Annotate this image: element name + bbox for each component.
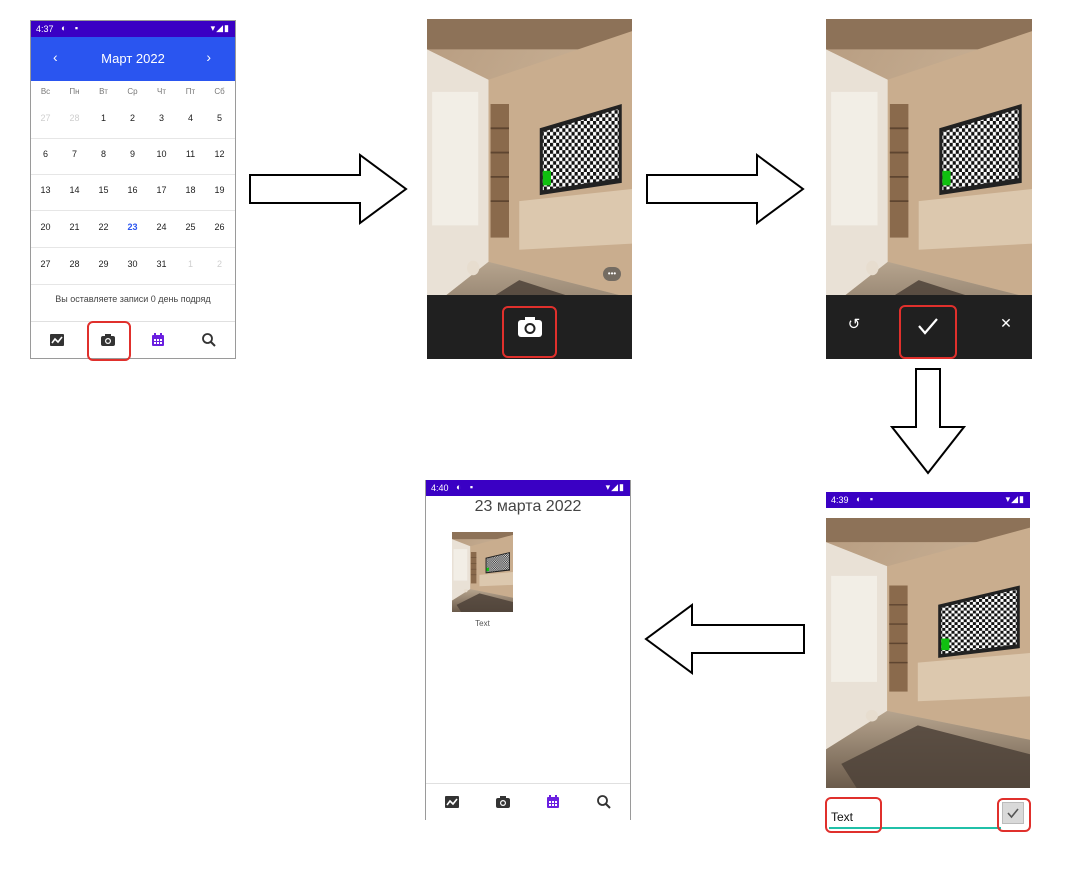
flow-arrow-right xyxy=(646,153,805,225)
status-bar: 4:37 ◐ ▪ ▾◢▮ xyxy=(31,21,235,37)
weekday-label: Вт xyxy=(99,87,108,96)
flow-arrow-left xyxy=(644,603,805,675)
weekday-label: Пн xyxy=(69,87,80,96)
calendar-day[interactable]: 20 xyxy=(31,222,60,232)
weekday-label: Чт xyxy=(157,87,166,96)
close-icon[interactable]: ✕ xyxy=(996,315,1016,335)
day-entries-screen: 4:40 ◐ ▪ ▾◢▮ 23 марта 2022 Text xyxy=(425,480,631,820)
status-signal-battery-icons: ▾◢▮ xyxy=(1005,494,1025,504)
caption-highlight xyxy=(825,797,882,833)
status-signal-battery-icons: ▾◢▮ xyxy=(605,482,625,492)
search-icon[interactable] xyxy=(594,792,614,812)
calendar-header: ‹ Март 2022 › xyxy=(31,37,235,81)
calendar-icon[interactable] xyxy=(148,330,168,350)
confirm-highlight xyxy=(899,305,957,359)
weekday-row: Вс Пн Вт Ср Чт Пт Сб xyxy=(31,87,235,101)
calendar-week-row: 13 14 15 16 17 18 19 xyxy=(31,174,235,211)
entry-photo xyxy=(452,532,513,612)
undo-icon[interactable]: ↺ xyxy=(844,315,864,335)
calendar-icon[interactable] xyxy=(543,792,563,812)
status-notification-icons: ◐ ▪ xyxy=(856,494,877,504)
calendar-screen: 4:37 ◐ ▪ ▾◢▮ ‹ Март 2022 › Вс Пн Вт Ср Ч… xyxy=(30,20,236,359)
calendar-week-row: 27 28 1 2 3 4 5 xyxy=(31,102,235,139)
more-options-icon[interactable]: ••• xyxy=(603,267,621,281)
flow-arrow-right xyxy=(249,153,408,225)
weekday-label: Ср xyxy=(127,87,138,96)
calendar-day[interactable]: 11 xyxy=(176,149,205,159)
photo-preview xyxy=(826,518,1030,788)
calendar-day[interactable]: 7 xyxy=(60,149,89,159)
calendar-day[interactable]: 27 xyxy=(31,259,60,269)
streak-text: Вы оставляете записи 0 день подряд xyxy=(55,294,211,304)
calendar-day[interactable]: 8 xyxy=(89,149,118,159)
calendar-day[interactable]: 17 xyxy=(147,185,176,195)
weekday-label: Сб xyxy=(214,87,225,96)
calendar-day[interactable]: 1 xyxy=(176,259,205,269)
entry-caption: Text xyxy=(475,619,490,628)
chart-icon[interactable] xyxy=(47,330,67,350)
calendar-day[interactable]: 6 xyxy=(31,149,60,159)
calendar-day[interactable]: 26 xyxy=(205,222,234,232)
calendar-day[interactable]: 18 xyxy=(176,185,205,195)
entry-thumbnail[interactable] xyxy=(452,532,513,612)
weekday-label: Вс xyxy=(40,87,51,96)
calendar-day[interactable]: 2 xyxy=(118,113,147,123)
calendar-day[interactable]: 21 xyxy=(60,222,89,232)
calendar-day[interactable]: 9 xyxy=(118,149,147,159)
status-time: 4:40 xyxy=(431,483,449,493)
calendar-day[interactable]: 27 xyxy=(31,113,60,123)
calendar-day[interactable]: 30 xyxy=(118,259,147,269)
shutter-highlight xyxy=(502,306,557,358)
calendar-day[interactable]: 25 xyxy=(176,222,205,232)
calendar-day[interactable]: 5 xyxy=(205,113,234,123)
calendar-day[interactable]: 3 xyxy=(147,113,176,123)
calendar-day[interactable]: 13 xyxy=(31,185,60,195)
calendar-day[interactable]: 23 xyxy=(118,222,147,232)
weekday-label: Пт xyxy=(185,87,196,96)
calendar-day[interactable]: 14 xyxy=(60,185,89,195)
calendar-week-row: 27 28 29 30 31 1 2 xyxy=(31,248,235,285)
calendar-day[interactable]: 19 xyxy=(205,185,234,195)
caption-screen: 4:39 ◐ ▪ ▾◢▮ Text xyxy=(826,492,1030,832)
calendar-day[interactable]: 2 xyxy=(205,259,234,269)
status-signal-battery-icons: ▾◢▮ xyxy=(210,23,230,33)
status-notification-icons: ◐ ▪ xyxy=(61,23,82,33)
bottom-nav xyxy=(31,321,235,358)
calendar-day[interactable]: 15 xyxy=(89,185,118,195)
calendar-day[interactable]: 16 xyxy=(118,185,147,195)
month-title: Март 2022 xyxy=(101,51,165,66)
calendar-day[interactable]: 29 xyxy=(89,259,118,269)
calendar-day[interactable]: 4 xyxy=(176,113,205,123)
status-bar: 4:39 ◐ ▪ ▾◢▮ xyxy=(826,492,1030,508)
calendar-day[interactable]: 31 xyxy=(147,259,176,269)
status-notification-icons: ◐ ▪ xyxy=(456,482,477,492)
bottom-nav xyxy=(426,783,630,820)
calendar-day[interactable]: 12 xyxy=(205,149,234,159)
calendar-day[interactable]: 10 xyxy=(147,149,176,159)
flow-arrow-down xyxy=(890,368,966,475)
date-title: 23 марта 2022 xyxy=(474,498,582,515)
calendar-day[interactable]: 1 xyxy=(89,113,118,123)
status-time: 4:39 xyxy=(831,495,849,505)
calendar-week-row: 20 21 22 23 24 25 26 xyxy=(31,211,235,248)
save-highlight xyxy=(997,798,1031,832)
calendar-day[interactable]: 22 xyxy=(89,222,118,232)
calendar-day[interactable]: 28 xyxy=(60,113,89,123)
status-bar: 4:40 ◐ ▪ ▾◢▮ xyxy=(426,480,630,496)
calendar-day[interactable]: 24 xyxy=(147,222,176,232)
chart-icon[interactable] xyxy=(442,792,462,812)
next-month-button[interactable]: › xyxy=(206,49,211,65)
camera-nav-highlight xyxy=(87,321,131,361)
calendar-day[interactable]: 28 xyxy=(60,259,89,269)
camera-icon[interactable] xyxy=(493,792,513,812)
search-icon[interactable] xyxy=(199,330,219,350)
calendar-week-row: 6 7 8 9 10 11 12 xyxy=(31,138,235,175)
status-time: 4:37 xyxy=(36,24,54,34)
